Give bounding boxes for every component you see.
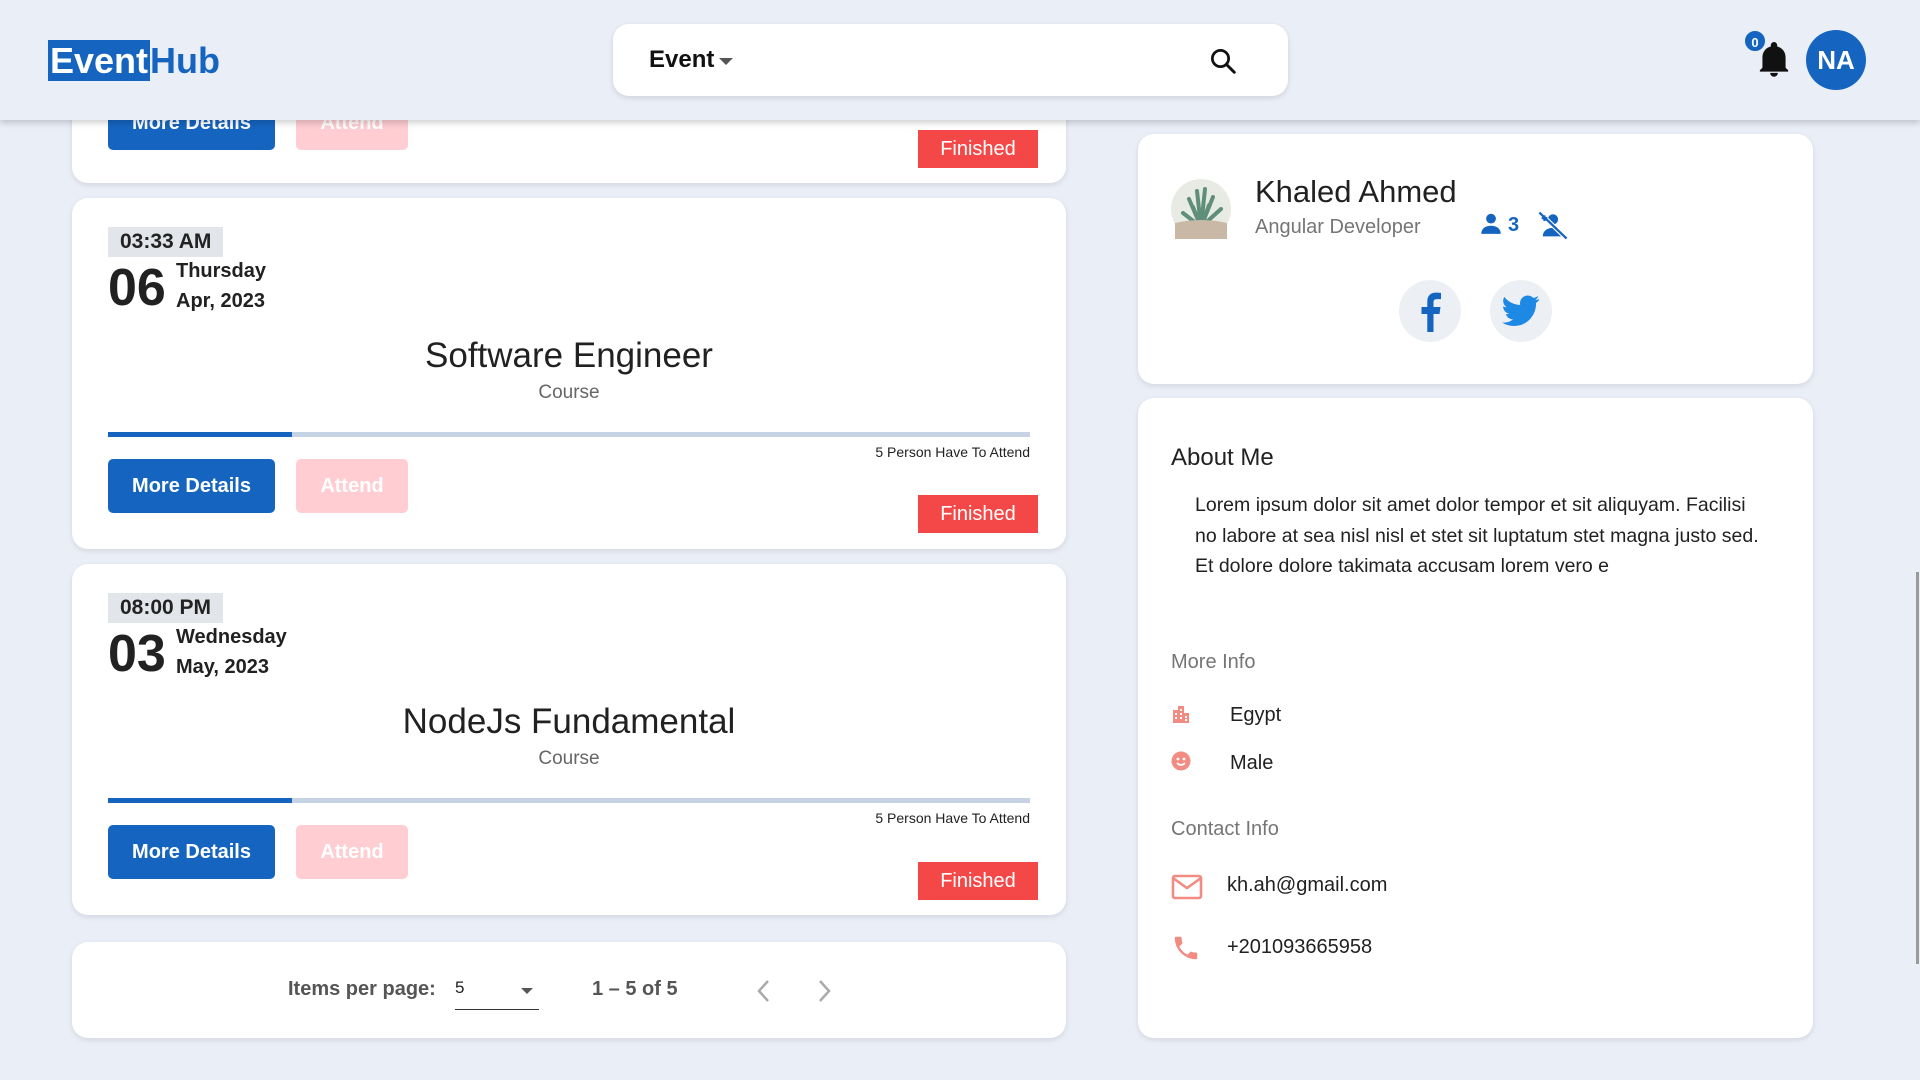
progress-fill <box>108 432 293 437</box>
event-title: NodeJs Fundamental <box>402 702 736 741</box>
email[interactable]: kh.ah@gmail.com <box>1227 874 1387 897</box>
event-card: 03:33 AM 06 Thursday Apr, 2023 Software … <box>72 198 1066 549</box>
status-badge: Finished <box>918 862 1038 900</box>
event-time: 08:00 PM <box>108 593 224 623</box>
building-icon <box>1173 706 1189 723</box>
about-text: Lorem ipsum dolor sit amet dolor tempor … <box>1195 494 1759 577</box>
attend-button[interactable]: Attend <box>296 459 408 513</box>
search-bar: Event <box>613 24 1288 96</box>
event-month-year: May, 2023 <box>176 656 270 678</box>
chevron-left-icon[interactable] <box>752 978 776 1004</box>
about-card: About Me Lorem ipsum dolor sit amet dolo… <box>1138 398 1813 1038</box>
notification-badge: 0 <box>1743 29 1767 53</box>
chevron-right-icon[interactable] <box>812 978 836 1004</box>
page-size-value: 5 <box>455 978 465 997</box>
event-title: Software Engineer <box>425 336 713 375</box>
attend-note: 5 Person Have To Attend <box>875 810 1030 826</box>
attend-note: 5 Person Have To Attend <box>875 444 1030 460</box>
gender: Male <box>1230 752 1274 774</box>
event-weekday: Wednesday <box>176 626 287 648</box>
app-logo[interactable]: EventHub <box>48 40 220 82</box>
search-icon[interactable] <box>1208 46 1238 76</box>
event-time: 03:33 AM <box>108 227 224 257</box>
event-card: 08:00 PM 03 Wednesday May, 2023 NodeJs F… <box>72 564 1066 915</box>
profile-name: Khaled Ahmed <box>1255 174 1457 209</box>
face-icon <box>1171 751 1191 771</box>
page-range: 1 – 5 of 5 <box>592 978 678 1000</box>
profile-avatar[interactable] <box>1171 179 1231 239</box>
event-day: 06 <box>108 259 166 317</box>
unfollow-icon[interactable] <box>1536 210 1570 240</box>
more-details-button[interactable]: More Details <box>108 825 275 879</box>
user-avatar[interactable]: NA <box>1806 30 1866 90</box>
more-details-button[interactable]: More Details <box>108 459 275 513</box>
event-month-year: Apr, 2023 <box>176 290 265 312</box>
phone[interactable]: +201093665958 <box>1227 936 1372 959</box>
profile-role: Angular Developer <box>1255 216 1421 238</box>
page-size-select[interactable]: 5 <box>455 978 539 1010</box>
status-badge: Finished <box>918 130 1038 168</box>
phone-icon <box>1174 936 1198 960</box>
followers-count: 3 <box>1508 214 1520 236</box>
progress-fill <box>108 798 293 803</box>
search-category-select[interactable]: Event <box>649 46 714 74</box>
twitter-button[interactable] <box>1490 280 1552 342</box>
event-day: 03 <box>108 625 166 683</box>
top-header: EventHub Event 0 NA <box>0 0 1920 120</box>
attendance-progress <box>108 798 1030 803</box>
contact-info-title: Contact Info <box>1171 818 1279 840</box>
chevron-down-icon[interactable] <box>719 58 733 65</box>
facebook-icon <box>1421 292 1441 332</box>
paginator: Items per page: 5 1 – 5 of 5 <box>72 942 1066 1038</box>
twitter-icon <box>1502 295 1540 327</box>
event-type: Course <box>538 382 600 403</box>
facebook-button[interactable] <box>1399 280 1461 342</box>
items-per-page-label: Items per page: <box>288 978 436 1000</box>
more-info-title: More Info <box>1171 651 1256 673</box>
chevron-down-icon <box>521 988 533 994</box>
profile-card: Khaled Ahmed Angular Developer 3 <box>1138 134 1813 384</box>
event-weekday: Thursday <box>176 260 267 282</box>
status-badge: Finished <box>918 495 1038 533</box>
event-type: Course <box>538 748 600 769</box>
page-scrollbar[interactable] <box>1916 572 1919 964</box>
attendance-progress <box>108 432 1030 437</box>
attend-button[interactable]: Attend <box>296 825 408 879</box>
followers-icon <box>1481 213 1501 234</box>
mail-icon <box>1171 874 1203 900</box>
about-title: About Me <box>1171 444 1274 471</box>
country: Egypt <box>1230 704 1282 726</box>
